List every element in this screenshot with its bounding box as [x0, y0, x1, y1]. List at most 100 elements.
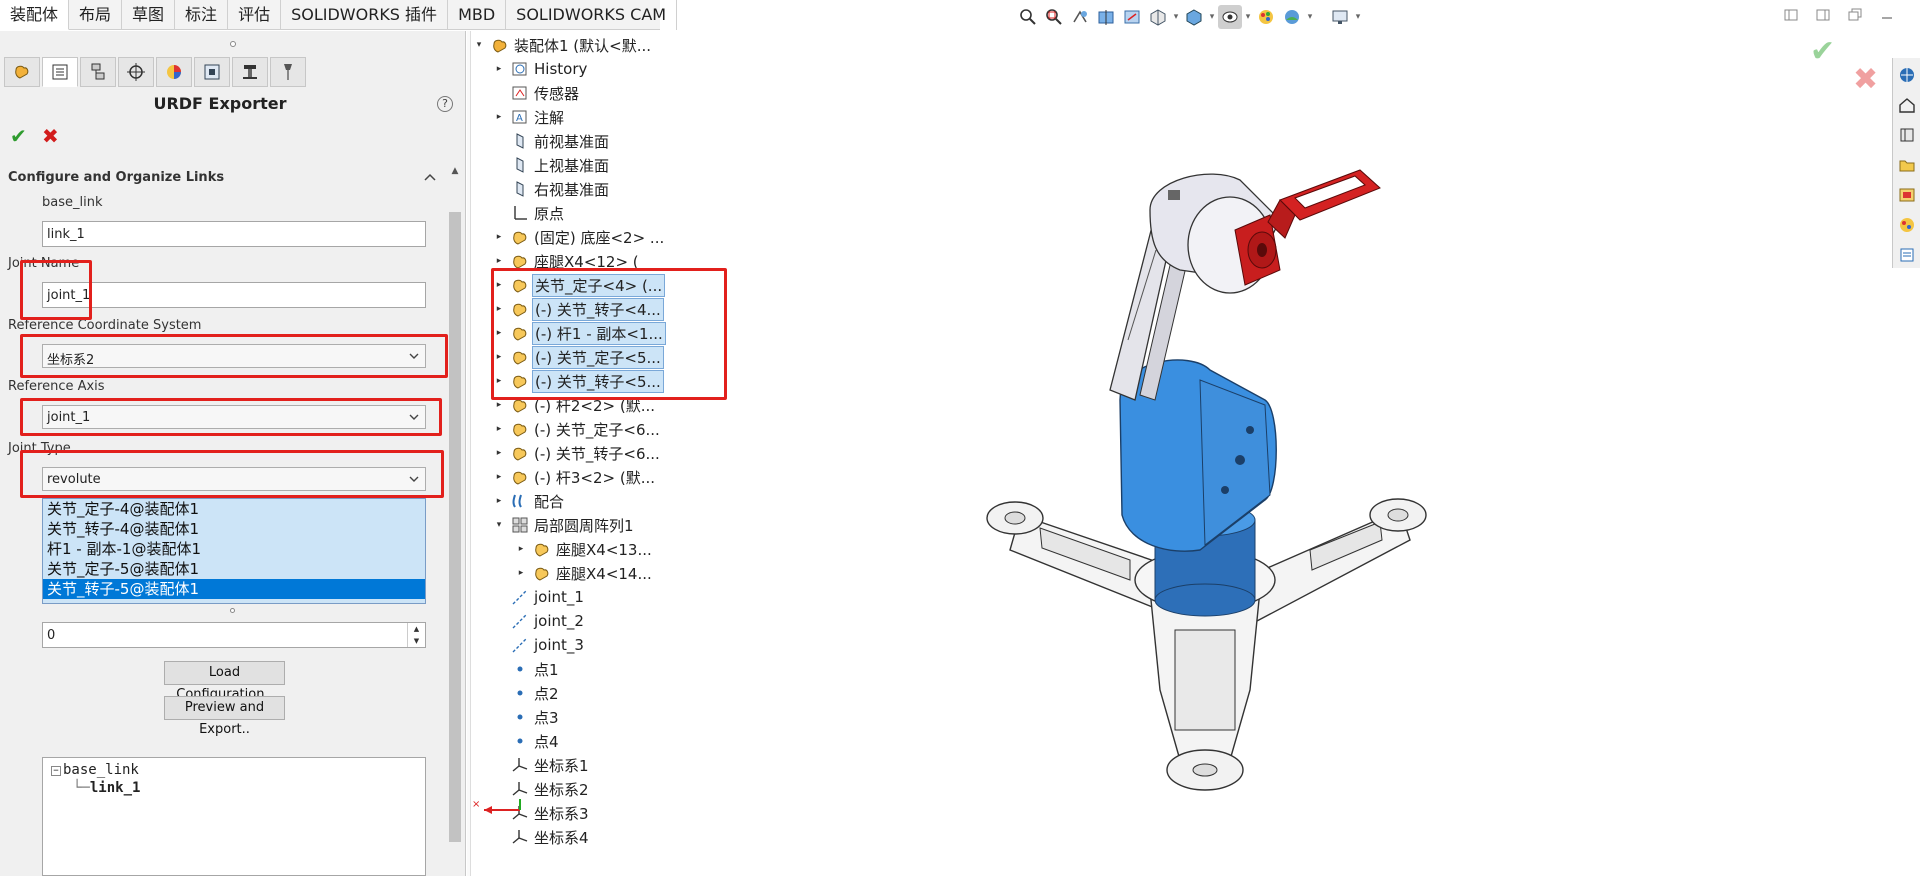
tree-node[interactable]: 原点	[494, 202, 566, 224]
tree-node[interactable]: 点1	[494, 658, 561, 680]
tree-node[interactable]: ▸ (-) 关节_转子<6...	[494, 442, 662, 464]
expand-icon[interactable]: ▸	[494, 232, 504, 242]
expand-icon[interactable]: ▸	[494, 64, 504, 74]
tree-node[interactable]: 点4	[494, 730, 561, 752]
scrollbar-thumb[interactable]	[449, 212, 461, 842]
tree-node[interactable]: 坐标系4	[494, 826, 591, 848]
tab-3[interactable]: 标注	[175, 0, 229, 30]
chevron-down-icon[interactable]: ▾	[1354, 12, 1362, 22]
expand-icon[interactable]: ▸	[516, 568, 526, 578]
panel-grip-icon[interactable]	[230, 41, 236, 47]
collapse-icon[interactable]: −	[51, 766, 61, 776]
tab-2[interactable]: 草图	[122, 0, 176, 30]
group-header[interactable]: Configure and Organize Links	[8, 170, 224, 185]
zoom-area-icon[interactable]	[1042, 5, 1066, 29]
tree-node[interactable]: ▸ A 注解	[494, 106, 566, 128]
expand-icon[interactable]: ▸	[494, 448, 504, 458]
tab-1[interactable]: 布局	[69, 0, 123, 30]
tile-left-icon[interactable]	[1782, 6, 1800, 24]
display-manager-tab-icon[interactable]	[156, 57, 192, 87]
collapse-icon[interactable]: ▾	[494, 520, 504, 530]
tree-node[interactable]: 传感器	[494, 82, 581, 104]
expand-icon[interactable]: ▸	[494, 256, 504, 266]
cam-feature-tab-icon[interactable]	[194, 57, 230, 87]
cancel-button[interactable]: ✖	[42, 124, 59, 148]
home-icon[interactable]	[1894, 92, 1920, 118]
expand-icon[interactable]: ▸	[494, 472, 504, 482]
link-name-field[interactable]: link_1	[42, 221, 426, 247]
section-view-icon[interactable]	[1094, 5, 1118, 29]
expand-icon[interactable]: ▸	[494, 496, 504, 506]
tree-node[interactable]: 点2	[494, 682, 561, 704]
expand-icon[interactable]: ▸	[494, 400, 504, 410]
file-explorer-icon[interactable]	[1894, 152, 1920, 178]
feature-manager-tab-icon[interactable]	[4, 57, 40, 87]
chevron-down-icon[interactable]: ▾	[1244, 12, 1252, 22]
expand-icon[interactable]: ▸	[494, 424, 504, 434]
tree-node[interactable]: ▸ 座腿X4<14...	[516, 562, 654, 584]
tree-node[interactable]: 坐标系1	[494, 754, 591, 776]
restore-icon[interactable]	[1846, 6, 1864, 24]
scroll-up-icon[interactable]: ▲	[449, 166, 461, 178]
apply-scene-icon[interactable]	[1280, 5, 1304, 29]
chevron-down-icon[interactable]: ▾	[1208, 12, 1216, 22]
list-item[interactable]: 关节_转子-4@装配体1	[43, 519, 425, 539]
child-count-spinner[interactable]: 0 ▲ ▼	[42, 622, 426, 648]
tree-node[interactable]: 右视基准面	[494, 178, 611, 200]
zoom-to-fit-icon[interactable]	[1016, 5, 1040, 29]
view-palette-icon[interactable]	[1894, 182, 1920, 208]
tree-node[interactable]: joint_1	[494, 586, 586, 608]
tree-node[interactable]: ▸ (-) 关节_定子<6...	[494, 418, 662, 440]
tree-node[interactable]: 前视基准面	[494, 130, 611, 152]
link-tree-child[interactable]: └─link_1	[73, 780, 140, 796]
preview-export-button[interactable]: Preview and Export..	[164, 696, 285, 737]
link-components-list[interactable]: 关节_定子-4@装配体1 关节_转子-4@装配体1 杆1 - 副本-1@装配体1 关节…	[42, 498, 426, 604]
display-style-icon[interactable]	[1182, 5, 1206, 29]
appearances-icon[interactable]	[1894, 212, 1920, 238]
view-orientation-icon[interactable]	[1146, 5, 1170, 29]
list-item[interactable]: 关节_定子-4@装配体1	[43, 499, 425, 519]
tab-4[interactable]: 评估	[228, 0, 282, 30]
custom-properties-icon[interactable]	[1894, 242, 1920, 268]
property-manager-tab-icon[interactable]	[42, 57, 78, 87]
tree-node[interactable]: ▸ History	[494, 58, 589, 80]
edit-appearance-icon[interactable]	[1254, 5, 1278, 29]
load-configuration-button[interactable]: Load Configuration..	[164, 661, 285, 702]
link-tree-root[interactable]: − base_link	[51, 762, 139, 778]
previous-view-icon[interactable]	[1068, 5, 1092, 29]
tab-5[interactable]: SOLIDWORKS 插件	[281, 0, 449, 30]
tree-node[interactable]: ▸ 配合	[494, 490, 566, 512]
tree-node[interactable]: ▾ 局部圆周阵列1	[494, 514, 636, 536]
cam-operation-tab-icon[interactable]	[232, 57, 268, 87]
list-item[interactable]: 关节_转子-5@装配体1	[43, 579, 425, 599]
joint-name-field[interactable]: joint_1	[42, 282, 426, 308]
tab-7[interactable]: SOLIDWORKS CAM	[506, 0, 678, 30]
spin-up-icon[interactable]: ▲	[408, 623, 425, 635]
solidworks-resources-icon[interactable]	[1894, 62, 1920, 88]
expand-icon[interactable]: ▸	[516, 544, 526, 554]
collapse-icon[interactable]: ▾	[474, 40, 484, 50]
tree-node[interactable]: 点3	[494, 706, 561, 728]
chevron-down-icon[interactable]: ▾	[1172, 12, 1180, 22]
panel-splitter[interactable]	[467, 31, 471, 876]
tree-node[interactable]: joint_3	[494, 634, 586, 656]
expand-icon[interactable]: ▸	[494, 112, 504, 122]
list-item[interactable]: 杆1 - 副本-1@装配体1	[43, 539, 425, 559]
tile-right-icon[interactable]	[1814, 6, 1832, 24]
panel-scrollbar[interactable]: ▲ ▼	[446, 162, 464, 876]
tree-node[interactable]: ▸ (-) 杆3<2> (默...	[494, 466, 657, 488]
dimxpert-tab-icon[interactable]	[118, 57, 154, 87]
ok-button[interactable]: ✔	[10, 124, 27, 148]
tree-node[interactable]: ▸ (固定) 底座<2> ...	[494, 226, 666, 248]
tab-6[interactable]: MBD	[448, 0, 507, 30]
chevron-up-icon[interactable]	[423, 172, 437, 182]
tree-node[interactable]: 上视基准面	[494, 154, 611, 176]
tree-node[interactable]: ▾ 装配体1 (默认<默...	[474, 34, 653, 56]
robot-arm-model[interactable]	[950, 160, 1430, 800]
help-icon[interactable]: ?	[437, 96, 453, 112]
minimize-icon[interactable]	[1878, 6, 1896, 24]
tab-0[interactable]: 装配体	[0, 0, 70, 30]
hide-show-icon[interactable]	[1218, 5, 1242, 29]
link-tree[interactable]: − base_link └─link_1	[42, 757, 426, 876]
confirm-cancel-icon[interactable]: ✖	[1853, 62, 1878, 97]
